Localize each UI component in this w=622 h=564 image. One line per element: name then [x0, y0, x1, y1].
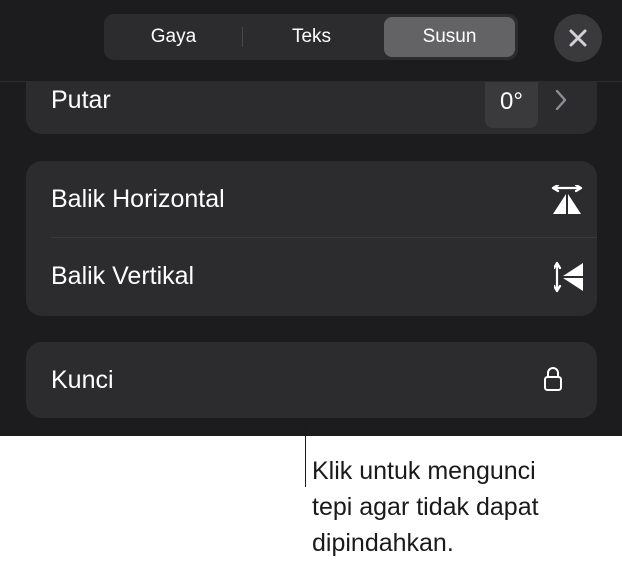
- flip-vertical-label: Balik Vertikal: [51, 262, 195, 290]
- rotate-label: Putar: [51, 86, 111, 114]
- flip-horizontal-icon: [551, 185, 583, 214]
- close-button[interactable]: [554, 14, 602, 62]
- segment-divider: [242, 27, 243, 47]
- callout-line: [305, 418, 306, 487]
- top-bar: Gaya Teks Susun: [0, 0, 622, 82]
- callout-line-1: Klik untuk mengunci: [312, 457, 536, 485]
- tab-gaya[interactable]: Gaya: [107, 17, 240, 57]
- lock-group: Kunci: [26, 342, 597, 418]
- callout-line-2: tepi agar tidak dapat: [312, 493, 539, 521]
- flip-group: Balik Horizontal Balik Vertikal: [26, 161, 597, 316]
- flip-vertical-icon: [554, 261, 583, 293]
- flip-horizontal-row[interactable]: Balik Horizontal: [26, 161, 597, 237]
- tab-teks[interactable]: Teks: [244, 17, 379, 57]
- lock-row[interactable]: Kunci: [26, 342, 597, 418]
- rotate-value[interactable]: 0°: [485, 76, 538, 128]
- arrange-panel: Putar 0° Balik Horizontal Balik Vertikal: [0, 0, 622, 436]
- flip-vertical-row[interactable]: Balik Vertikal: [26, 238, 597, 316]
- callout-line-3: dipindahkan.: [312, 529, 454, 557]
- tab-segmented-control: Gaya Teks Susun: [104, 14, 518, 60]
- tab-susun[interactable]: Susun: [384, 17, 515, 57]
- chevron-right-icon: [555, 89, 567, 111]
- close-x-icon: [569, 29, 587, 47]
- lock-icon: [544, 367, 562, 391]
- flip-horizontal-label: Balik Horizontal: [51, 185, 225, 213]
- lock-label: Kunci: [51, 366, 114, 394]
- callout-text: Klik untuk mengunci tepi agar tidak dapa…: [312, 453, 612, 561]
